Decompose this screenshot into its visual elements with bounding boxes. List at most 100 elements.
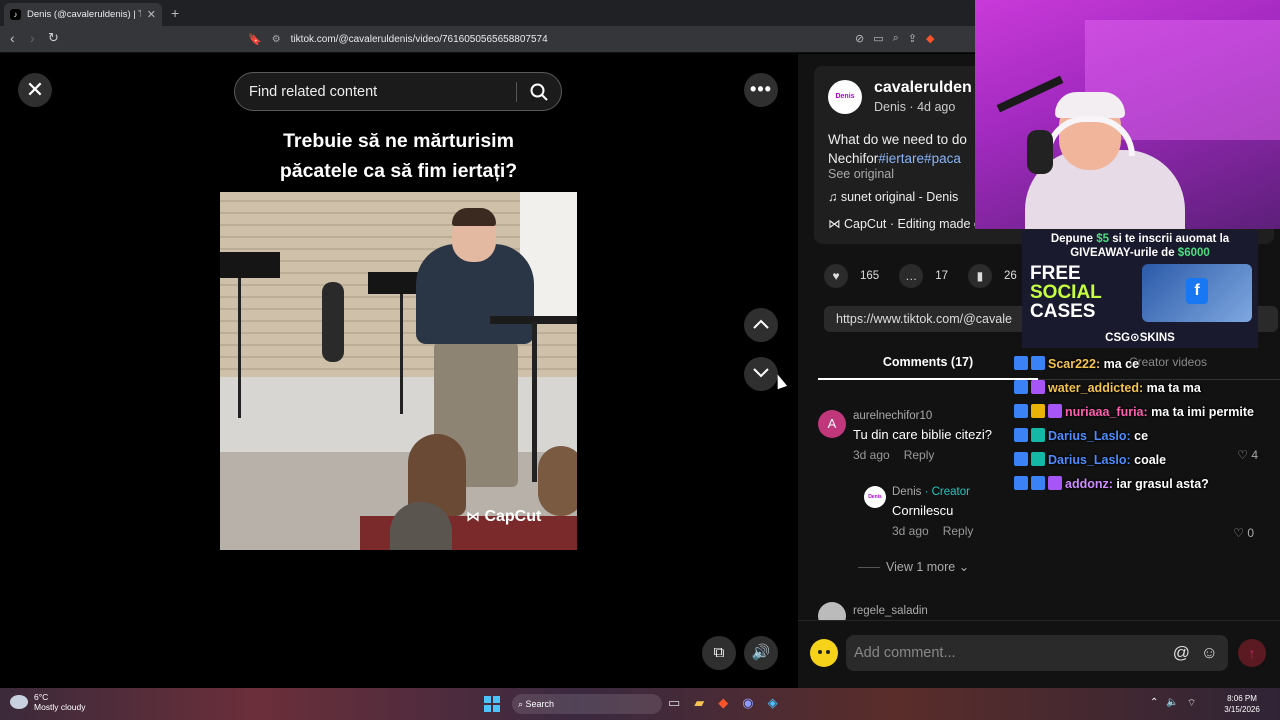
chat-message: Darius_Laslo: ce (1014, 427, 1276, 445)
more-options-button[interactable]: ••• (744, 73, 778, 107)
chat-message: Darius_Laslo: coale (1014, 451, 1276, 469)
save-button[interactable]: ▮ 26 (967, 264, 1017, 288)
search-icon[interactable] (529, 82, 549, 102)
bookmark-icon[interactable]: 🔖 (248, 33, 262, 46)
new-tab-button[interactable]: + (171, 5, 179, 21)
capcut-link[interactable]: ⋈ CapCut · Editing made eas (828, 216, 994, 231)
tiktok-favicon-icon: ♪ (10, 9, 21, 20)
brave-browser-icon[interactable]: ◆ (718, 695, 728, 711)
badge-icon (1014, 380, 1028, 394)
mention-icon[interactable]: @ (1173, 635, 1190, 671)
cast-icon[interactable]: ▭ (873, 32, 883, 45)
share-icon[interactable]: ⇪ (908, 32, 917, 45)
chat-message: addonz: iar grasul asta? (1014, 475, 1276, 493)
previous-video-button[interactable] (744, 308, 778, 342)
task-view-icon[interactable]: ▭ (668, 695, 680, 711)
forward-icon[interactable]: › (30, 30, 35, 46)
discord-icon[interactable]: ◉ (742, 695, 753, 711)
music-link[interactable]: ♫ sunet original - Denis (828, 190, 958, 204)
reply-button[interactable]: Reply (904, 448, 935, 462)
send-comment-button[interactable]: ↑ (1238, 639, 1266, 667)
taskbar-search[interactable]: ⌕ Search (512, 694, 662, 714)
reply-like-button[interactable]: ♡ 0 (1233, 526, 1254, 540)
crown-badge-icon (1031, 404, 1045, 418)
hashtag-link[interactable]: #iertare#paca (878, 151, 961, 166)
next-video-button[interactable] (744, 357, 778, 391)
file-explorer-icon[interactable]: ▰ (694, 695, 704, 711)
search-icon: ⌕ (518, 699, 526, 709)
desc-text: Nechifor (828, 151, 879, 166)
volume-button[interactable]: 🔊 (744, 636, 778, 670)
badge-icon (1048, 404, 1062, 418)
chat-user: Darius_Laslo: (1048, 453, 1131, 467)
like-count: 165 (860, 270, 880, 282)
like-button[interactable]: ♥ 165 (824, 264, 879, 288)
banner-brand: CSG⊙SKINS (1105, 332, 1175, 344)
comment-input[interactable]: Add comment... @ ☺ (846, 635, 1228, 671)
brave-shield-icon[interactable]: ◆ (926, 32, 934, 45)
chevron-down-icon: ⌄ (958, 560, 970, 574)
music-stand-pole (400, 294, 403, 414)
microphone (1027, 130, 1053, 174)
emoji-icon[interactable]: ☺ (1201, 635, 1218, 671)
mic-arm (996, 75, 1064, 113)
windows-start-icon[interactable] (484, 696, 500, 712)
banner-text: si te inscrii auomat la (1109, 233, 1230, 245)
case-box-image (1142, 264, 1252, 322)
post-actions: ♥ 165 … 17 ▮ 26 (824, 264, 1023, 288)
comment-button[interactable]: … 17 (899, 264, 948, 288)
banner-headline: Depune $5 si te inscrii auomat la GIVEAW… (1022, 232, 1258, 260)
app-icon[interactable]: ◈ (768, 695, 778, 711)
heart-icon: ♥ (824, 264, 848, 288)
reload-icon[interactable]: ↻ (48, 30, 59, 46)
taskbar: 6°C Mostly cloudy ⌕ Search ▭ ▰ ◆ ◉ ◈ ⌃ 🔈… (0, 688, 1280, 720)
tab-close-icon[interactable]: ✕ (147, 8, 156, 21)
caption-line-1: Trebuie să ne mărturisim (283, 130, 514, 152)
tab-comments[interactable]: Comments (17) (818, 344, 1038, 380)
user-avatar[interactable] (810, 639, 838, 667)
site-info-icon[interactable]: ⚙ (272, 34, 281, 45)
commenter-name[interactable]: aurelnechifor10 (853, 410, 932, 422)
banner-line-2: GIVEAWAY-urile de $6000 (1022, 246, 1258, 260)
video-player[interactable]: Find related content Trebuie să ne mărtu… (220, 54, 577, 688)
clock-time: 8:06 PM (1227, 694, 1257, 703)
reply-author[interactable]: Denis · Creator (892, 486, 970, 498)
url-text: tiktok.com/@cavaleruldenis/video/7616050… (290, 34, 548, 45)
weather-widget[interactable]: 6°C Mostly cloudy (10, 692, 86, 712)
view-more-replies-button[interactable]: View 1 more ⌄ (858, 559, 969, 574)
author-username[interactable]: cavalerulden (874, 79, 972, 97)
bookmark-icon: ▮ (967, 264, 992, 288)
reply-avatar[interactable]: Denis (864, 486, 886, 508)
reply-button[interactable]: Reply (943, 524, 974, 538)
badge-icon (1031, 356, 1045, 370)
browser-tab[interactable]: ♪ Denis (@cavaleruldenis) | TikTok ✕ (4, 3, 162, 26)
banner-free: FREE (1030, 263, 1081, 284)
badge-icon (1048, 476, 1062, 490)
close-video-button[interactable]: ✕ (18, 73, 52, 107)
see-original-link[interactable]: See original (828, 167, 894, 181)
commenter-avatar[interactable]: A (818, 410, 846, 438)
chat-text: iar grasul asta? (1112, 477, 1209, 491)
weather-desc: Mostly cloudy (34, 702, 86, 712)
taskbar-apps: ▭ ▰ ◆ ◉ ◈ (668, 695, 778, 711)
network-icon[interactable]: ⌔ (1187, 697, 1196, 710)
no-tracking-icon[interactable]: ⊘ (855, 32, 864, 45)
system-tray: ⌃ 🔈 ⌔ (1150, 697, 1196, 710)
chevron-up-icon (753, 319, 769, 329)
banner-text: Depune (1050, 233, 1097, 245)
back-icon[interactable]: ‹ (10, 30, 15, 46)
weather-text: 6°C Mostly cloudy (34, 692, 86, 712)
clock[interactable]: 8:06 PM 3/15/2026 (1222, 693, 1262, 715)
audience-head (538, 446, 577, 516)
badge-icon (1031, 380, 1045, 394)
commenter-name[interactable]: regele_saladin (853, 605, 928, 617)
search-placeholder: Find related content (249, 83, 378, 100)
tray-chevron-icon[interactable]: ⌃ (1150, 697, 1158, 710)
speaker-icon[interactable]: 🔈 (1166, 697, 1178, 710)
chat-user: addonz: (1065, 477, 1113, 491)
floating-player-button[interactable]: ⧉ (702, 636, 736, 670)
related-search-input[interactable]: Find related content (234, 72, 562, 111)
capcut-watermark: ⋈ CapCut (466, 508, 541, 526)
zoom-icon[interactable]: ⌕ (893, 32, 899, 45)
author-avatar[interactable]: Denis (828, 80, 862, 114)
